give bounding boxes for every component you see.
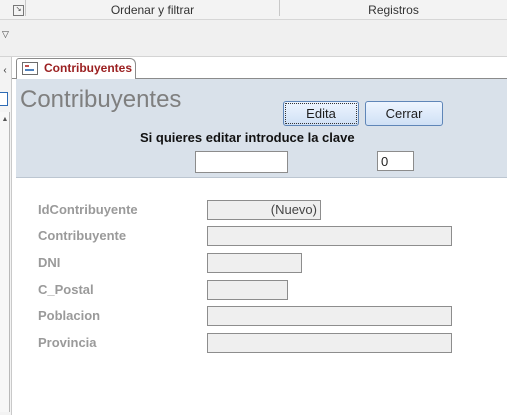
contribuyente-field[interactable]	[207, 226, 452, 246]
nav-scrollbar[interactable]	[0, 112, 10, 412]
tab-label: Contribuyentes	[44, 61, 133, 75]
ribbon-collapsed-area	[0, 20, 507, 57]
poblacion-field[interactable]	[207, 306, 452, 326]
label-c-postal: C_Postal	[38, 282, 94, 297]
form-title: Contribuyentes	[20, 86, 182, 113]
password-prompt-label: Si quieres editar introduce la clave	[140, 130, 355, 145]
nav-search-input[interactable]	[0, 92, 8, 106]
close-button[interactable]: Cerrar	[365, 101, 443, 126]
ribbon-group-records: Registros	[368, 3, 419, 17]
provincia-field[interactable]	[207, 333, 452, 353]
password-input[interactable]	[195, 151, 288, 173]
label-idcontribuyente: IdContribuyente	[38, 202, 138, 217]
c-postal-field[interactable]	[207, 280, 288, 300]
form-icon	[22, 62, 38, 75]
label-provincia: Provincia	[38, 335, 97, 350]
scroll-up-arrow-icon[interactable]: ▲	[1, 116, 9, 124]
edit-button[interactable]: Edita	[283, 101, 359, 126]
chevron-down-icon[interactable]: ▽	[2, 29, 12, 39]
counter-field[interactable]: 0	[377, 151, 414, 171]
label-contribuyente: Contribuyente	[38, 228, 127, 243]
ribbon-group-sort-filter: Ordenar y filtrar	[110, 3, 195, 17]
idcontribuyente-field[interactable]: (Nuevo)	[207, 200, 321, 220]
dialog-launcher-icon[interactable]: ↘	[13, 5, 24, 16]
chevron-left-icon[interactable]: ‹	[0, 66, 10, 76]
dni-field[interactable]	[207, 253, 302, 273]
label-poblacion: Poblacion	[38, 308, 101, 323]
label-dni: DNI	[38, 255, 61, 270]
